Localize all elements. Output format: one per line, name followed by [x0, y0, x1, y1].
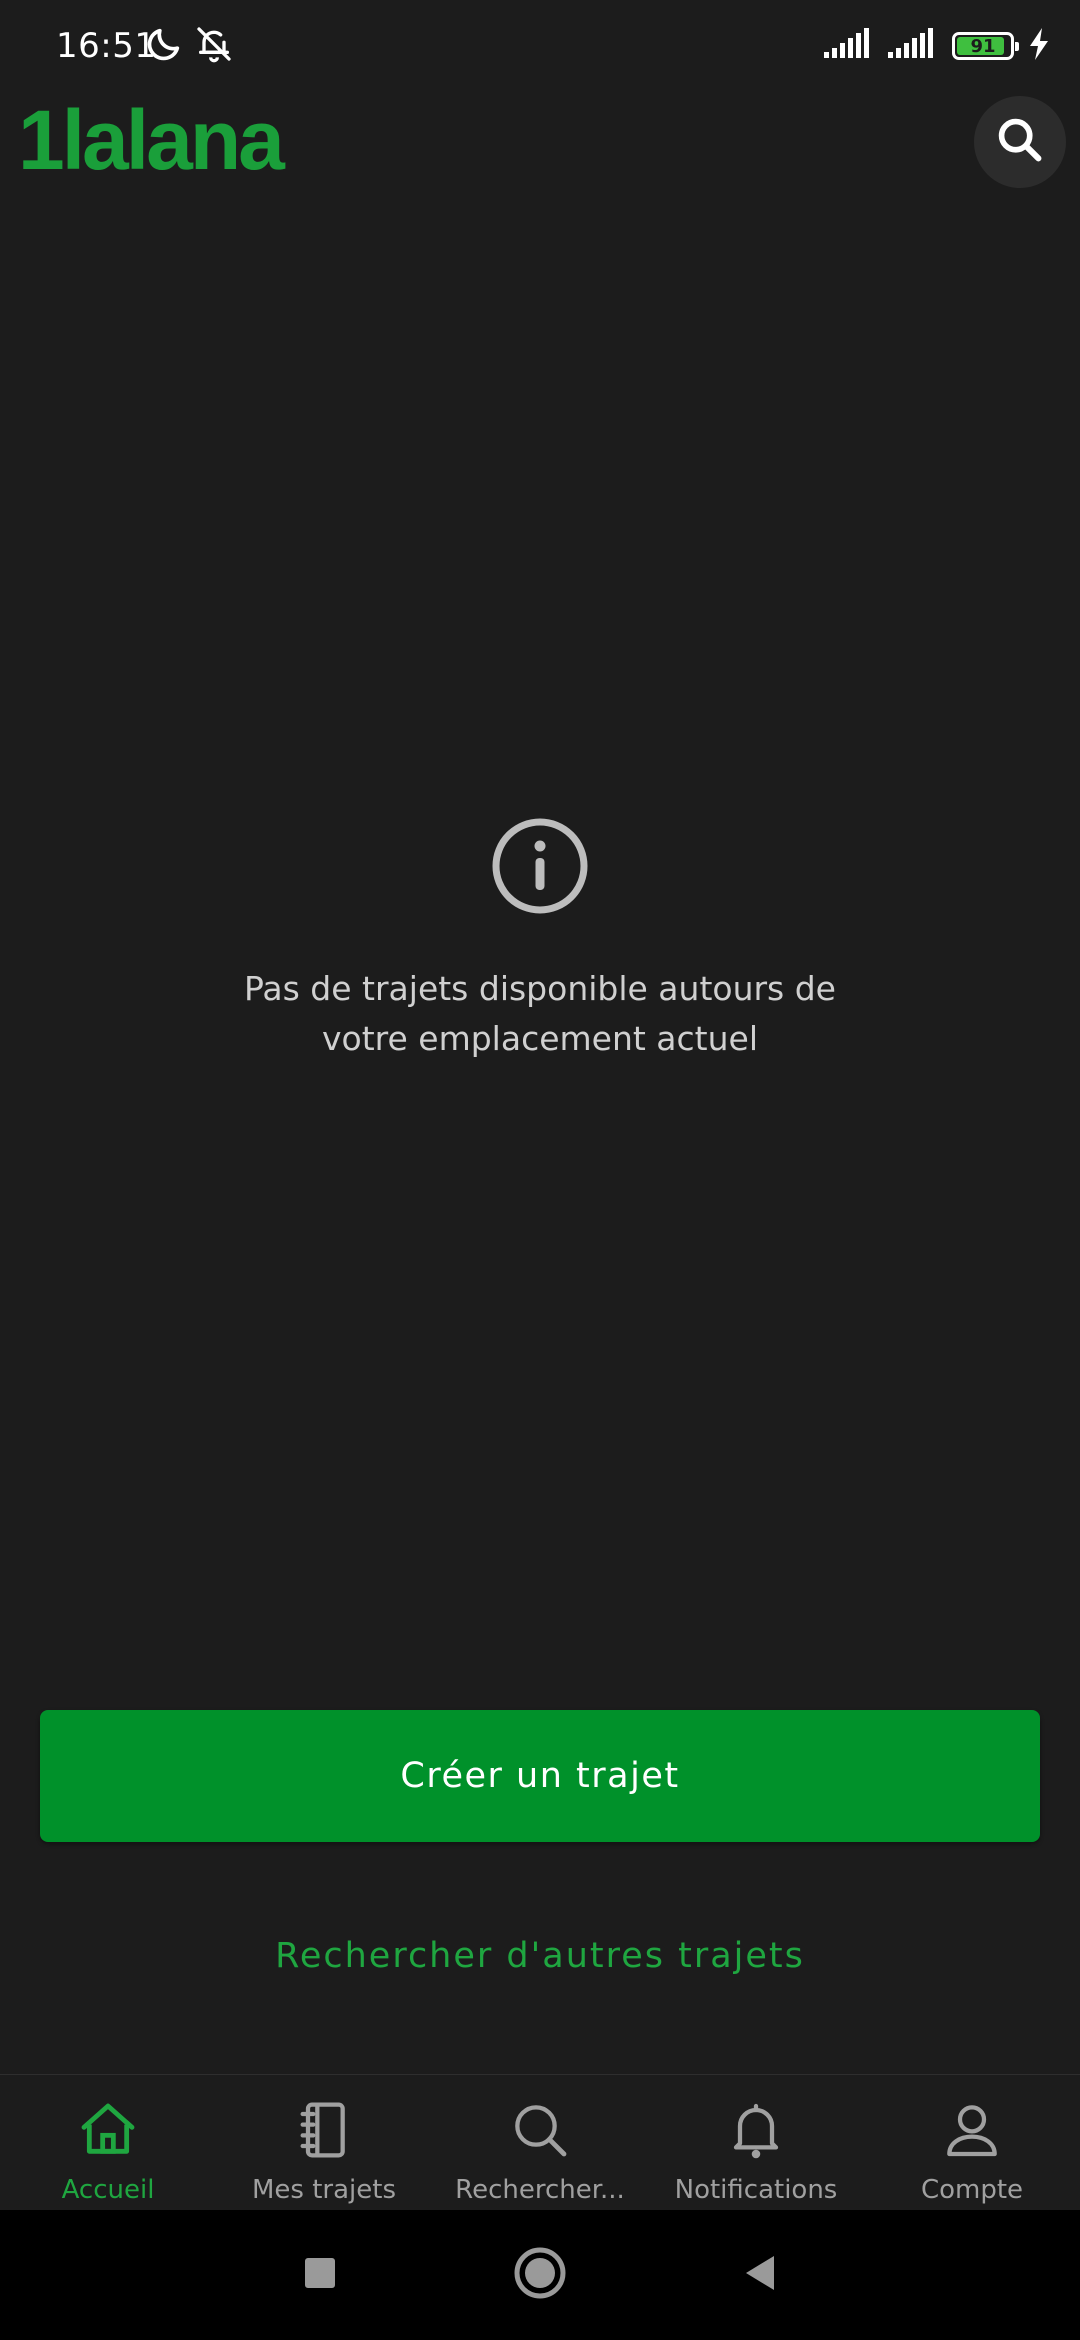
status-time: 16:51	[56, 26, 157, 66]
bottom-navigation: Accueil Mes trajets Rechercher... Notifi…	[0, 2074, 1080, 2211]
moon-icon	[144, 24, 184, 68]
home-circle-icon	[513, 2246, 567, 2304]
back-icon	[740, 2253, 780, 2297]
search-button[interactable]	[974, 96, 1066, 188]
nav-label: Compte	[920, 2175, 1024, 2205]
empty-state: Pas de trajets disponible autours de vot…	[0, 816, 1080, 1064]
info-icon	[490, 816, 590, 920]
system-navigation-bar	[0, 2210, 1080, 2340]
search-icon	[508, 2093, 572, 2167]
nav-label: Notifications	[674, 2175, 838, 2205]
nav-item-notifications[interactable]: Notifications	[648, 2075, 864, 2211]
empty-message: Pas de trajets disponible autours de vot…	[0, 964, 1080, 1064]
nav-label: Accueil	[61, 2175, 155, 2205]
charging-icon	[1028, 28, 1050, 64]
status-bar: 16:51 91	[0, 0, 1080, 96]
home-system-button[interactable]	[510, 2245, 570, 2305]
nav-item-compte[interactable]: Compte	[864, 2075, 1080, 2211]
nav-item-accueil[interactable]: Accueil	[0, 2075, 216, 2211]
back-button[interactable]	[730, 2245, 790, 2305]
empty-message-line-1: Pas de trajets disponible autours de	[243, 969, 836, 1008]
search-other-trips-link[interactable]: Rechercher d'autres trajets	[0, 1936, 1080, 1976]
status-left-icons	[144, 24, 234, 68]
status-right-icons: 91	[824, 28, 1050, 64]
bell-icon	[724, 2093, 788, 2167]
battery-level: 91	[970, 35, 996, 57]
home-icon	[76, 2093, 140, 2167]
nav-item-rechercher[interactable]: Rechercher...	[432, 2075, 648, 2211]
notebook-icon	[292, 2093, 356, 2167]
bell-off-icon	[194, 24, 234, 68]
recents-button[interactable]	[290, 2245, 350, 2305]
create-trip-button[interactable]: Créer un trajet	[40, 1710, 1040, 1842]
empty-message-line-2: votre emplacement actuel	[321, 1019, 758, 1058]
nav-item-mes-trajets[interactable]: Mes trajets	[216, 2075, 432, 2211]
app-logo: 1lalana	[18, 93, 285, 187]
recents-icon	[303, 2256, 337, 2294]
signal-icon	[888, 28, 938, 64]
search-icon	[994, 114, 1046, 170]
battery-icon: 91	[952, 32, 1019, 60]
app-header: 1lalana	[0, 96, 1080, 206]
user-icon	[940, 2093, 1004, 2167]
nav-label: Mes trajets	[251, 2175, 396, 2205]
signal-icon	[824, 28, 874, 64]
nav-label: Rechercher...	[455, 2175, 625, 2205]
